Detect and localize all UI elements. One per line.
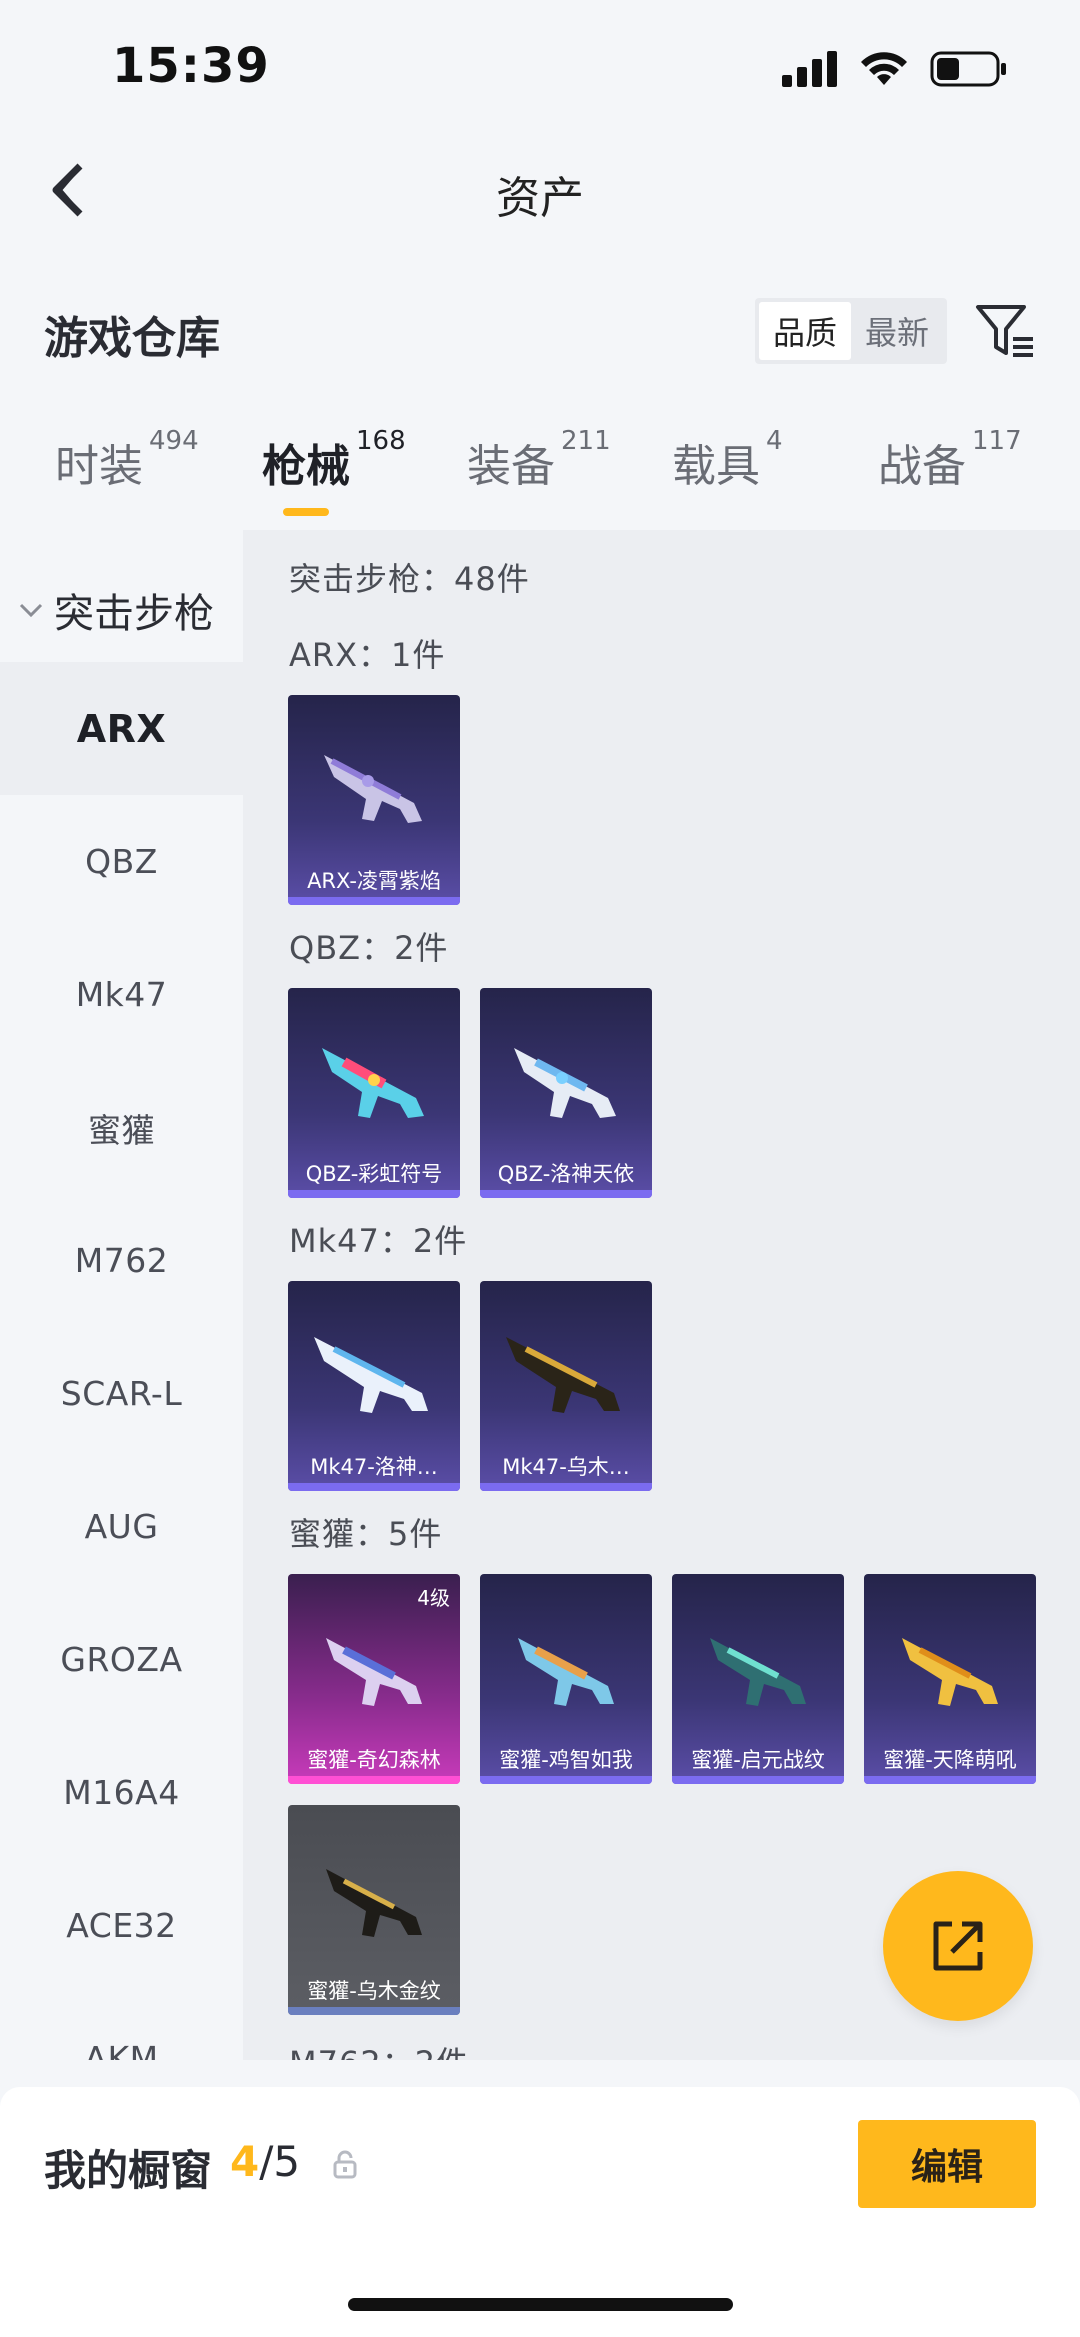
category-item-honey-badger[interactable]: 蜜獾 <box>0 1061 243 1194</box>
status-time: 15:39 <box>112 38 270 94</box>
filter-button[interactable] <box>972 298 1038 364</box>
showcase-count: 4/5 <box>230 2137 301 2186</box>
tab-equipment[interactable]: 装备 211 <box>467 426 611 494</box>
weapon-content: 突击步枪：48件 ARX：1件 ARX-凌霄紫焰 QBZ：2件 QBZ-彩虹符号… <box>243 530 1080 2060</box>
weapon-card[interactable]: Mk47-洛神… <box>288 1281 460 1491</box>
rifle-icon <box>514 1048 616 1118</box>
group-title-m762: M762：2件 <box>289 2038 469 2060</box>
rifle-icon <box>902 1638 998 1706</box>
rifle-icon <box>518 1638 614 1706</box>
tab-fashion[interactable]: 时装 494 <box>55 426 199 494</box>
group-title-qbz: QBZ：2件 <box>289 929 449 967</box>
category-item-scar-l[interactable]: SCAR-L <box>0 1327 243 1460</box>
category-item-groza[interactable]: GROZA <box>0 1593 243 1726</box>
weapon-card[interactable]: 4级 蜜獾-奇幻森林 <box>288 1574 460 1784</box>
card-label: ARX-凌霄紫焰 <box>307 869 441 893</box>
status-bar: 15:39 <box>0 0 1080 140</box>
category-header[interactable]: 突击步枪 <box>0 570 243 650</box>
group-title-mk47: Mk47：2件 <box>289 1222 468 1260</box>
group-title-arx: ARX：1件 <box>289 636 446 674</box>
card-label: QBZ-彩虹符号 <box>305 1162 443 1186</box>
group-title-honey-badger: 蜜獾：5件 <box>289 1515 443 1553</box>
category-item-aug[interactable]: AUG <box>0 1460 243 1593</box>
category-item-m762[interactable]: M762 <box>0 1194 243 1327</box>
tab-supplies[interactable]: 战备 117 <box>878 426 1022 494</box>
category-item-qbz[interactable]: QBZ <box>0 795 243 928</box>
weapon-category-list: 突击步枪 ARX QBZ Mk47 蜜獾 M762 SCAR-L AUG GRO… <box>0 530 243 2060</box>
tab-vehicles[interactable]: 载具 4 <box>672 426 783 494</box>
card-label: 蜜獾-天降萌吼 <box>883 1748 1017 1772</box>
edit-button[interactable]: 编辑 <box>858 2120 1036 2208</box>
card-label: 蜜獾-鸡智如我 <box>499 1748 633 1772</box>
category-item-mk47[interactable]: Mk47 <box>0 928 243 1061</box>
category-tabs: 时装 494 枪械 168 装备 211 载具 4 战备 117 <box>0 426 1080 530</box>
category-item-akm[interactable]: AKM <box>0 1992 243 2060</box>
battery-icon <box>930 51 1006 87</box>
share-button[interactable] <box>883 1871 1033 2021</box>
lock-icon <box>333 2150 357 2179</box>
chevron-down-icon <box>18 595 48 625</box>
active-tab-indicator <box>283 508 329 516</box>
rifle-icon <box>322 1048 424 1118</box>
rifle-icon <box>326 1638 422 1706</box>
section-title: 游戏仓库 <box>44 313 220 364</box>
weapon-card[interactable]: 蜜獾-天降萌吼 <box>864 1574 1036 1784</box>
filter-icon <box>976 305 1033 357</box>
warehouse-header: 游戏仓库 品质 最新 <box>0 290 1080 370</box>
weapon-card[interactable]: 蜜獾-启元战纹 <box>672 1574 844 1784</box>
weapon-card[interactable]: QBZ-彩虹符号 <box>288 988 460 1198</box>
showcase-label: 我的橱窗 <box>44 2146 213 2195</box>
page-title: 资产 <box>496 173 584 224</box>
rifle-icon <box>326 1869 422 1937</box>
card-label: QBZ-洛神天依 <box>497 1162 635 1186</box>
card-label: 蜜獾-乌木金纹 <box>307 1979 441 2003</box>
sort-by-quality[interactable]: 品质 <box>759 302 851 360</box>
tab-firearms[interactable]: 枪械 168 <box>262 426 406 494</box>
share-icon <box>933 1921 983 1971</box>
rifle-icon <box>710 1638 806 1706</box>
category-item-arx[interactable]: ARX <box>0 662 243 795</box>
rifle-icon <box>324 755 422 823</box>
card-label: 蜜獾-启元战纹 <box>691 1748 825 1772</box>
weapon-card[interactable]: 蜜獾-乌木金纹 <box>288 1805 460 2015</box>
content-title: 突击步枪：48件 <box>289 560 530 598</box>
rifle-icon <box>314 1337 428 1413</box>
weapon-card[interactable]: ARX-凌霄紫焰 <box>288 695 460 905</box>
status-icons <box>782 50 1008 88</box>
signal-icon <box>782 51 837 87</box>
card-label: 蜜獾-奇幻森林 <box>307 1748 441 1772</box>
weapon-card[interactable]: QBZ-洛神天依 <box>480 988 652 1198</box>
card-label: Mk47-乌木… <box>502 1455 630 1479</box>
sort-toggle: 品质 最新 <box>755 298 947 364</box>
wifi-icon <box>861 52 907 85</box>
category-item-ace32[interactable]: ACE32 <box>0 1859 243 1992</box>
rifle-icon <box>506 1337 620 1413</box>
top-nav: 资产 <box>0 140 1080 240</box>
card-label: Mk47-洛神… <box>310 1455 438 1479</box>
weapon-card[interactable]: 蜜獾-鸡智如我 <box>480 1574 652 1784</box>
weapon-card[interactable]: Mk47-乌木… <box>480 1281 652 1491</box>
sort-by-latest[interactable]: 最新 <box>851 302 943 360</box>
home-indicator <box>348 2298 733 2311</box>
category-item-m16a4[interactable]: M16A4 <box>0 1726 243 1859</box>
